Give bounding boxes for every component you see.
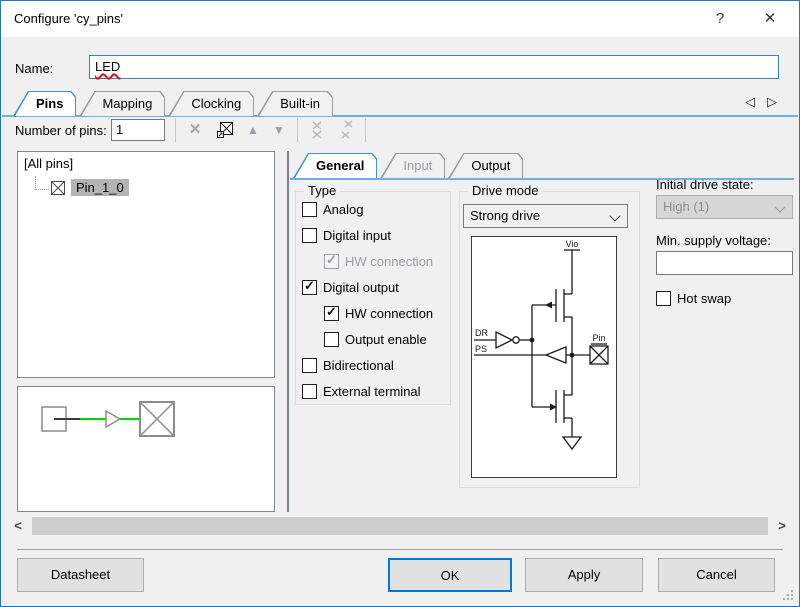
chevron-down-icon bbox=[774, 201, 786, 213]
cancel-button[interactable]: Cancel bbox=[658, 558, 775, 592]
name-input[interactable]: LED bbox=[89, 55, 779, 79]
pin-preview-drawing bbox=[41, 401, 175, 437]
min-supply-voltage-label: Min. supply voltage: bbox=[656, 233, 771, 248]
ungroup-pins-icon[interactable] bbox=[335, 118, 359, 142]
checkbox-digital-output[interactable]: Digital output bbox=[302, 278, 399, 295]
tab-built-in[interactable]: Built-in bbox=[257, 91, 333, 116]
checkbox-hw-connection-input[interactable]: HW connection bbox=[324, 252, 433, 269]
tab-scroll-left-icon[interactable]: ◁ bbox=[745, 94, 755, 110]
checkbox-digital-input[interactable]: Digital input bbox=[302, 228, 391, 243]
close-icon[interactable]: ✕ bbox=[753, 1, 787, 37]
apply-button[interactable]: Apply bbox=[525, 558, 643, 592]
main-tabstrip: Pins Mapping Clocking Built-in bbox=[13, 91, 336, 116]
footer-separator bbox=[17, 549, 783, 550]
help-icon[interactable]: ? bbox=[703, 1, 737, 37]
scroll-left-icon[interactable]: < bbox=[7, 515, 29, 537]
move-up-icon[interactable]: ▲ bbox=[241, 118, 265, 142]
scroll-right-icon[interactable]: > bbox=[771, 515, 793, 537]
number-of-pins-label: Number of pins: bbox=[15, 123, 107, 138]
tree-root-all-pins[interactable]: [All pins] bbox=[24, 156, 73, 171]
diagram-dr-label: DR bbox=[475, 328, 488, 338]
drive-mode-diagram: Vio DR PS Pin bbox=[471, 236, 617, 478]
type-group-title: Type bbox=[304, 183, 341, 198]
chevron-down-icon bbox=[609, 210, 621, 222]
name-label: Name: bbox=[15, 61, 54, 76]
add-pin-icon[interactable] bbox=[213, 118, 237, 142]
inner-tabstrip-underline bbox=[290, 178, 794, 180]
title-bar: Configure 'cy_pins' ? ✕ bbox=[1, 1, 799, 37]
drive-mode-title: Drive mode bbox=[468, 183, 543, 198]
drive-mode-select[interactable]: Strong drive bbox=[463, 204, 628, 228]
configure-pins-dialog: Configure 'cy_pins' ? ✕ Name: LED Pins M… bbox=[0, 0, 800, 607]
pin-config-tabstrip: General Input Output bbox=[293, 153, 526, 178]
panel-splitter[interactable] bbox=[287, 151, 289, 512]
pin-terminal-icon bbox=[51, 181, 65, 195]
tab-scroll-right-icon[interactable]: ▷ bbox=[767, 94, 777, 110]
tab-general[interactable]: General bbox=[293, 153, 377, 178]
group-pins-icon[interactable] bbox=[305, 118, 329, 142]
tab-output[interactable]: Output bbox=[448, 153, 523, 178]
tab-clocking[interactable]: Clocking bbox=[168, 91, 254, 116]
delete-pin-icon[interactable]: ✕ bbox=[183, 118, 207, 142]
pin-preview-panel bbox=[17, 386, 275, 512]
initial-drive-state-select[interactable]: High (1) bbox=[656, 195, 793, 219]
ok-button[interactable]: OK bbox=[388, 558, 512, 592]
window-title: Configure 'cy_pins' bbox=[14, 11, 124, 26]
tree-branch-line bbox=[35, 176, 49, 190]
type-group: Type Analog Digital input HW connection … bbox=[295, 183, 451, 405]
number-of-pins-input[interactable]: 1 bbox=[111, 119, 165, 141]
horizontal-scrollbar[interactable]: < > bbox=[2, 515, 798, 537]
checkbox-hw-connection-output[interactable]: HW connection bbox=[324, 304, 433, 321]
min-supply-voltage-input[interactable] bbox=[656, 251, 793, 275]
datasheet-button[interactable]: Datasheet bbox=[17, 558, 144, 592]
scrollbar-thumb[interactable] bbox=[32, 517, 768, 535]
tree-item-pin-1-0[interactable]: Pin_1_0 bbox=[71, 179, 129, 196]
checkbox-analog[interactable]: Analog bbox=[302, 202, 363, 217]
tab-mapping[interactable]: Mapping bbox=[79, 91, 165, 116]
diagram-ps-label: PS bbox=[475, 344, 487, 354]
pin-tree-panel: [All pins] Pin_1_0 bbox=[17, 151, 275, 378]
resize-grip[interactable] bbox=[791, 598, 793, 600]
name-value: LED bbox=[95, 59, 121, 74]
checkbox-hot-swap[interactable]: Hot swap bbox=[656, 291, 731, 306]
checkbox-output-enable[interactable]: Output enable bbox=[324, 332, 427, 347]
tab-pins[interactable]: Pins bbox=[13, 91, 76, 116]
tab-input[interactable]: Input bbox=[380, 153, 445, 178]
diagram-vio-label: Vio bbox=[566, 239, 579, 249]
checkbox-external-terminal[interactable]: External terminal bbox=[302, 384, 421, 399]
move-down-icon[interactable]: ▼ bbox=[267, 118, 291, 142]
diagram-pin-label: Pin bbox=[592, 333, 605, 343]
checkbox-bidirectional[interactable]: Bidirectional bbox=[302, 358, 394, 373]
